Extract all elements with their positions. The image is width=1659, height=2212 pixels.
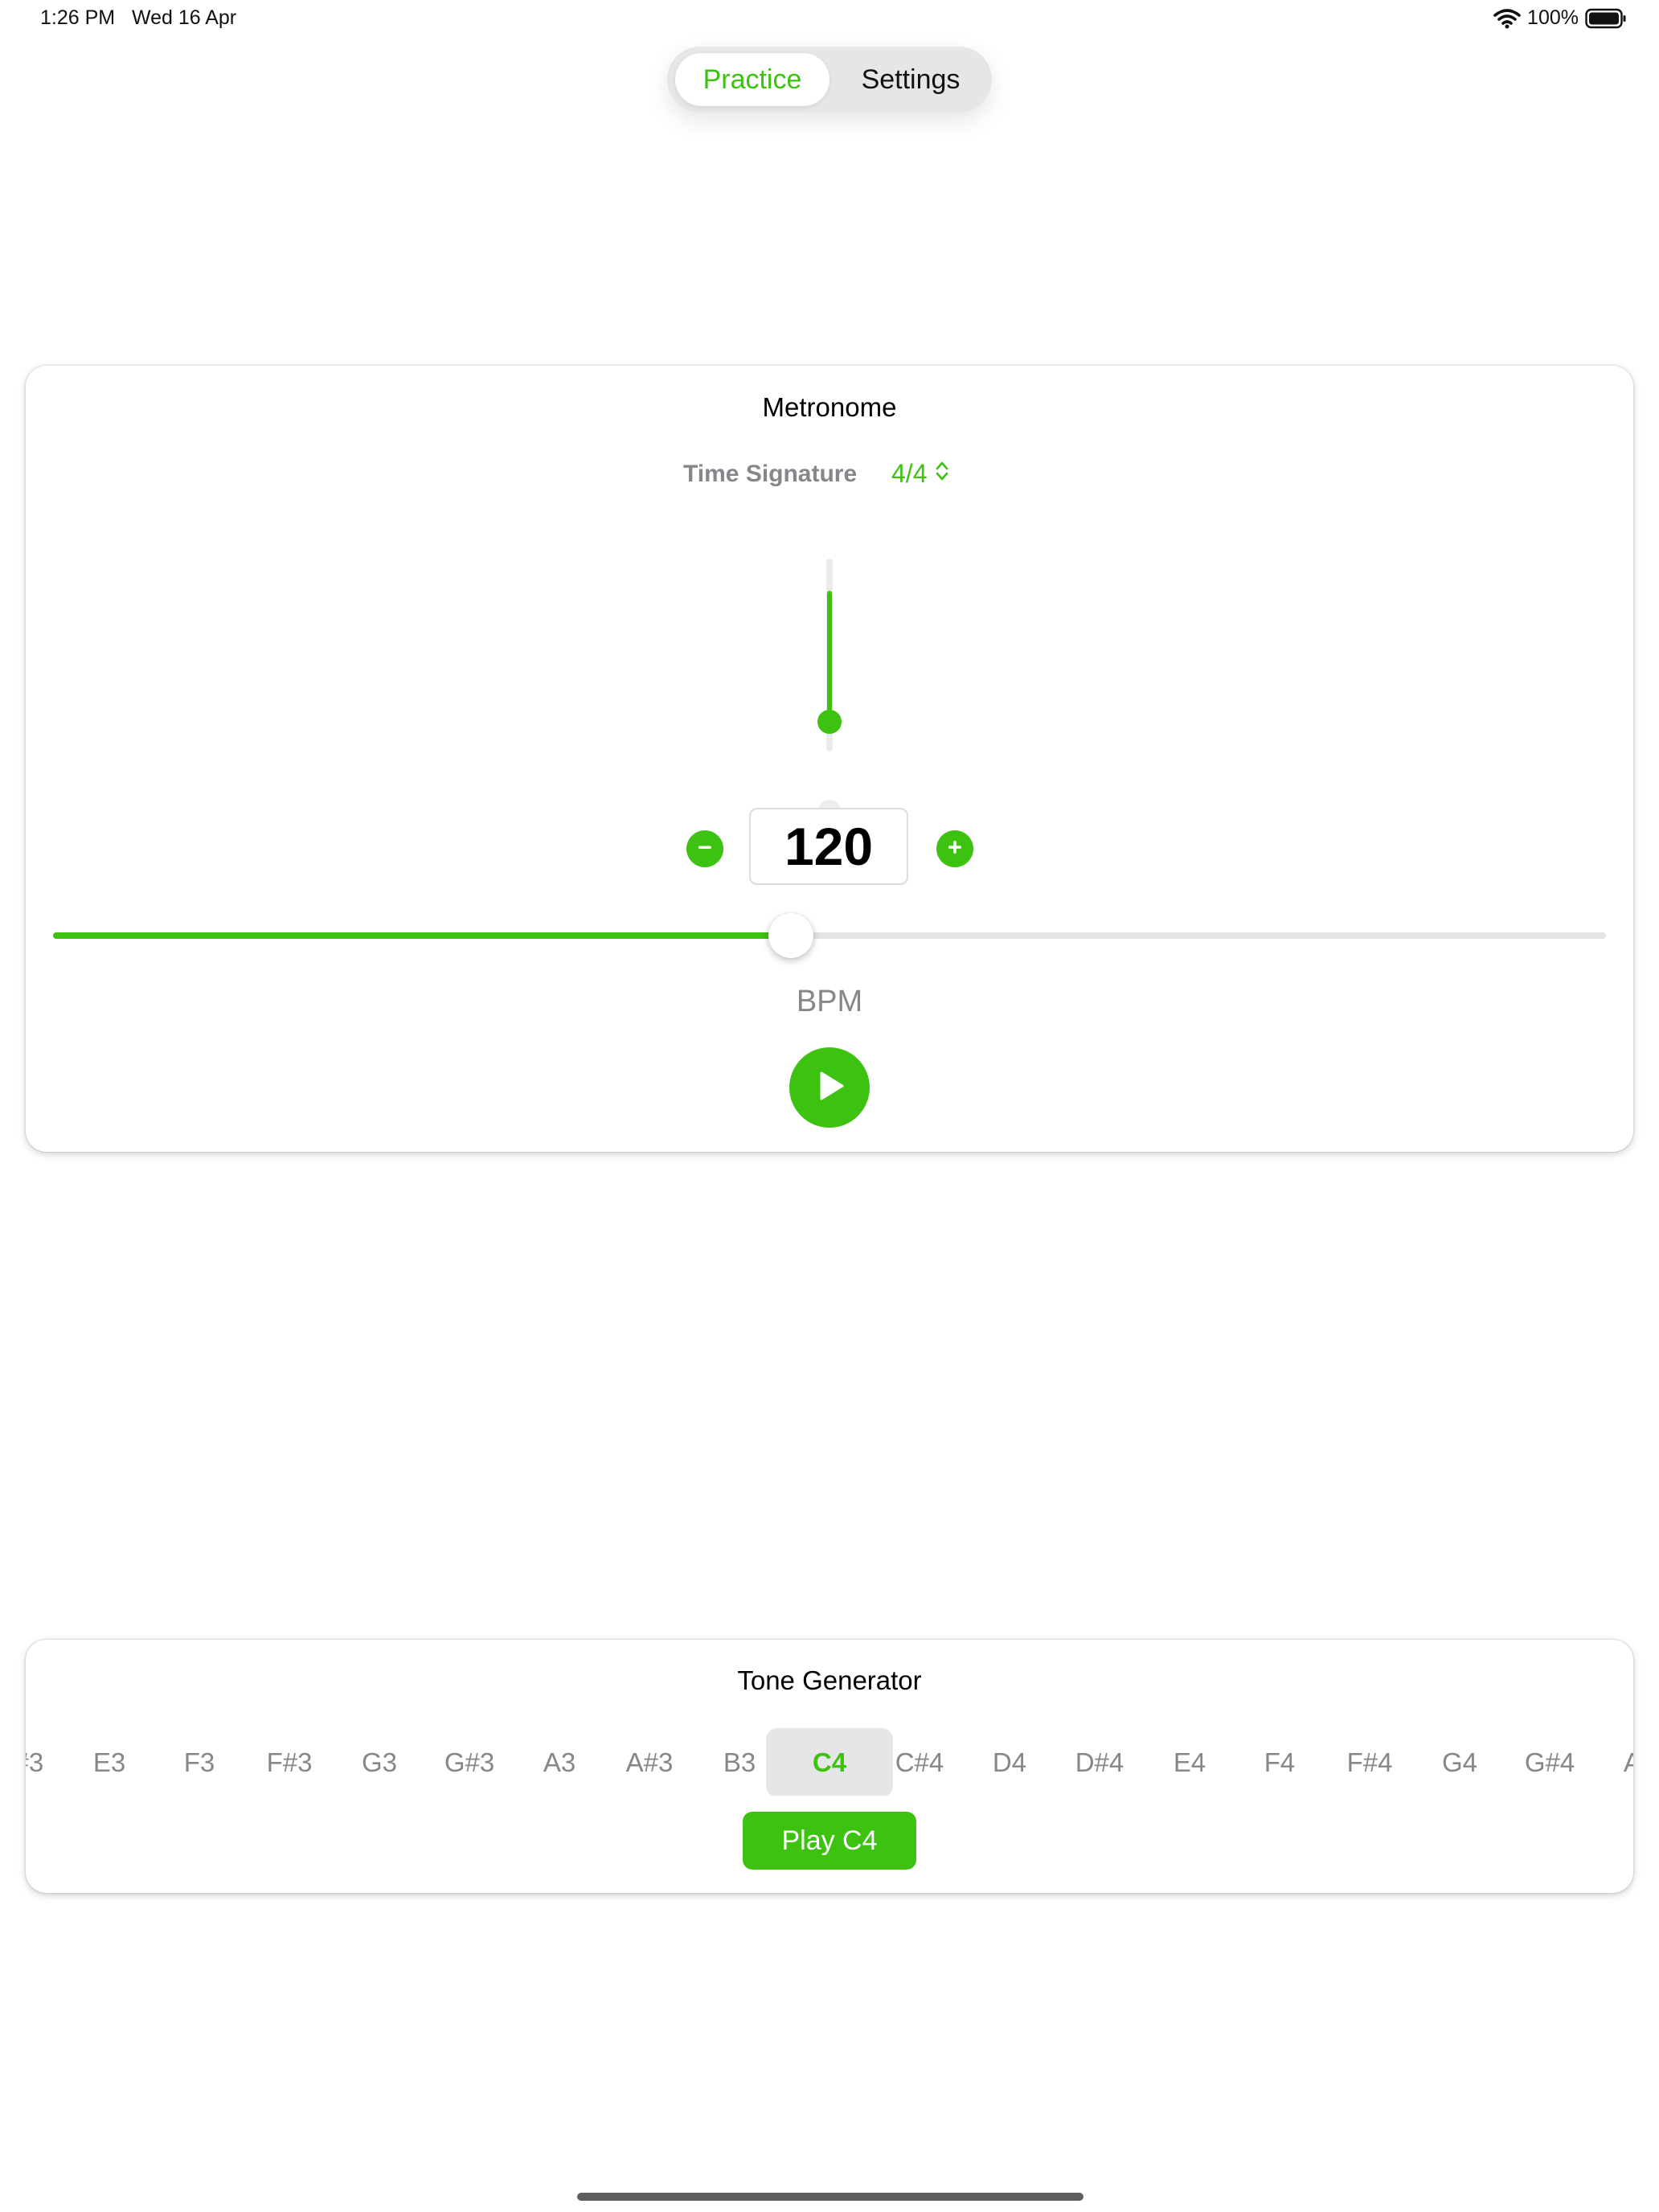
status-time-value: 1:26 PM <box>40 6 116 29</box>
tab-practice[interactable]: Practice <box>675 53 830 106</box>
play-icon <box>810 1067 849 1109</box>
metronome-title: Metronome <box>762 392 897 422</box>
tempo-slider-fill <box>53 932 791 939</box>
time-signature-label: Time Signature <box>683 461 858 487</box>
pendulum-bob <box>817 710 842 734</box>
status-indicators: 100% <box>1493 6 1627 30</box>
metronome-card: Metronome Time Signature 4/4 120 BPM <box>26 366 1633 1152</box>
status-date: Wed 16 Apr <box>131 6 237 29</box>
increase-bpm-button[interactable] <box>936 830 973 867</box>
tone-generator-card: Tone Generator D#3E3F3F#3G3G#3A3A#3B3C4C… <box>26 1640 1633 1893</box>
note-option[interactable]: A4 <box>1576 1728 1633 1796</box>
time-signature-value: 4/4 <box>891 459 928 488</box>
battery-percentage: 100% <box>1527 6 1579 29</box>
play-note-button[interactable]: Play C4 <box>743 1812 916 1870</box>
chevron-up-down-icon <box>935 459 949 489</box>
tab-switcher: Practice Settings <box>667 47 992 113</box>
plus-icon <box>945 838 965 861</box>
battery-icon <box>1585 8 1627 29</box>
minus-icon <box>695 838 715 861</box>
metronome-play-button[interactable] <box>789 1047 870 1128</box>
pendulum-rod <box>827 591 832 719</box>
home-indicator <box>577 2193 1083 2201</box>
bpm-label: BPM <box>796 985 863 1018</box>
decrease-bpm-button[interactable] <box>686 830 723 867</box>
tone-generator-title: Tone Generator <box>737 1665 922 1695</box>
tempo-slider-thumb[interactable] <box>768 913 813 958</box>
note-picker[interactable]: D#3E3F3F#3G3G#3A3A#3B3C4C#4D4D#4E4F4F#4G… <box>26 1723 1633 1796</box>
wifi-icon <box>1493 8 1521 29</box>
tab-settings[interactable]: Settings <box>836 53 985 106</box>
bpm-input[interactable]: 120 <box>749 808 908 885</box>
time-signature-picker[interactable]: 4/4 <box>891 459 949 489</box>
status-time: 1:26 PM Wed 16 Apr <box>40 6 236 30</box>
